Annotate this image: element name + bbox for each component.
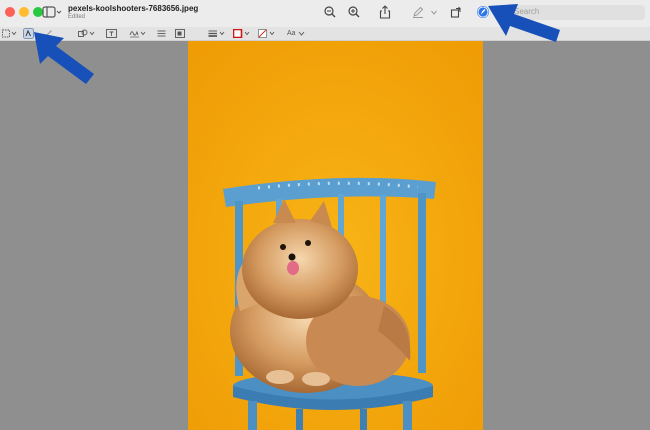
share-button[interactable]	[378, 4, 392, 19]
text-style-button[interactable]: Aa	[287, 28, 305, 39]
border-color-icon	[233, 29, 250, 38]
zoom-out-button[interactable]	[323, 5, 337, 19]
chevron-down-icon	[431, 10, 437, 15]
line-style-icon	[208, 30, 225, 37]
adjust-color-icon	[157, 30, 166, 37]
chevron-down-icon	[298, 31, 304, 36]
pomeranian-on-chair-photo	[188, 41, 483, 430]
signature-icon	[129, 30, 146, 38]
annotation-arrow-markup-toolbar	[34, 32, 94, 84]
shape-style-button[interactable]	[208, 28, 226, 39]
sidebar-toggle-button[interactable]	[42, 6, 62, 18]
document-status: Edited	[68, 14, 86, 20]
highlight-menu-button[interactable]	[430, 8, 438, 16]
zoom-out-icon	[324, 6, 336, 18]
text-box-icon	[106, 29, 117, 38]
fill-color-icon	[258, 29, 275, 38]
share-icon	[379, 4, 391, 19]
highlight-button[interactable]	[411, 5, 425, 19]
text-style-label: Aa	[287, 30, 296, 37]
rectangle-selection-icon	[2, 29, 17, 38]
adjust-size-button[interactable]	[175, 28, 186, 39]
rotate-button[interactable]	[449, 5, 463, 19]
sidebar-icon	[42, 6, 62, 18]
zoom-in-button[interactable]	[347, 5, 361, 19]
adjust-color-button[interactable]	[157, 28, 167, 39]
minimize-button[interactable]	[19, 7, 29, 17]
document-image	[188, 41, 483, 430]
fill-color-button[interactable]	[258, 28, 276, 39]
close-button[interactable]	[5, 7, 15, 17]
adjust-size-icon	[175, 29, 185, 38]
rotate-icon	[450, 6, 461, 18]
pen-icon	[413, 6, 424, 18]
sign-button[interactable]	[129, 28, 147, 39]
text-box-button[interactable]	[106, 28, 118, 39]
document-title: pexels-koolshooters-7683656.jpeg	[68, 4, 199, 13]
selection-tool-button[interactable]	[2, 28, 18, 39]
border-color-button[interactable]	[233, 28, 251, 39]
annotation-arrow-markup-button	[488, 4, 560, 42]
zoom-in-icon	[348, 6, 360, 18]
